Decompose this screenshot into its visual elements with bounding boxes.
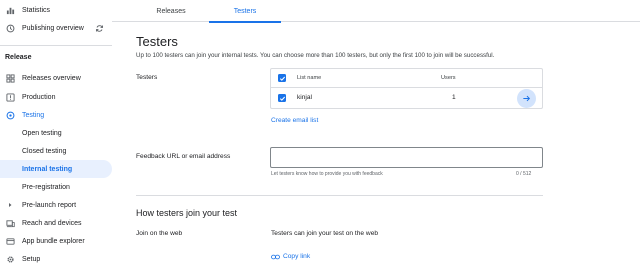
sidebar-item-label: Pre-launch report [22,201,77,209]
sidebar-item-label: Testing [22,111,45,119]
caret-right-icon [5,200,15,210]
testers-label: Testers [136,74,158,81]
row-checkbox[interactable] [278,94,286,102]
table-header: List name Users [271,69,542,88]
sidebar-section-release: Release [5,54,32,61]
sidebar-item-label: Internal testing [22,165,73,173]
section-title-how-testers-join: How testers join your test [136,208,238,218]
sidebar-item-label: Open testing [22,129,62,137]
sync-icon[interactable] [95,24,104,33]
sidebar-divider [0,45,112,46]
open-list-button[interactable] [517,89,536,108]
section-divider [136,195,543,196]
sidebar-item-reach-and-devices[interactable]: Reach and devices [0,214,112,232]
sidebar: Statistics Publishing overview Release R… [0,0,112,270]
users-cell: 1 [452,94,456,101]
sidebar-item-label: App bundle explorer [22,237,85,245]
select-all-checkbox[interactable] [278,74,286,82]
publish-icon [5,23,15,33]
alert-icon [5,92,15,102]
grid-icon [5,73,15,83]
sidebar-item-open-testing[interactable]: Open testing [0,124,112,142]
testers-table: List name Users kinjal 1 [270,68,543,109]
tab-releases[interactable]: Releases [132,0,210,22]
sidebar-item-label: Reach and devices [22,219,82,227]
sidebar-item-label: Production [22,93,56,101]
sidebar-item-statistics[interactable]: Statistics [0,1,112,19]
join-on-web-text: Testers can join your test on the web [271,230,379,237]
sidebar-item-releases-overview[interactable]: Releases overview [0,69,112,87]
sidebar-item-label: Publishing overview [22,24,84,32]
sidebar-item-internal-testing[interactable]: Internal testing [0,160,112,178]
sidebar-item-label: Setup [22,255,41,263]
tab-bar: Releases Testers [112,0,640,23]
sidebar-item-app-bundle-explorer[interactable]: App bundle explorer [0,232,112,250]
testing-icon [5,110,15,120]
sidebar-item-label: Pre-registration [22,183,70,191]
devices-icon [5,218,15,228]
link-icon [271,254,280,259]
copy-link-label: Copy link [283,253,311,260]
arrow-right-icon [523,95,531,102]
page-title: Testers [136,34,178,49]
sidebar-item-pre-launch-report[interactable]: Pre-launch report [0,196,112,214]
feedback-url-input[interactable] [270,147,543,168]
feedback-helper-text: Let testers know how to provide you with… [271,171,383,177]
feedback-label: Feedback URL or email address [136,153,231,160]
check-icon [279,96,285,101]
sidebar-item-label: Statistics [22,6,51,14]
tab-testers[interactable]: Testers [209,0,281,23]
column-header-users: Users [441,75,456,81]
sidebar-item-production[interactable]: Production [0,88,112,106]
copy-link-button[interactable]: Copy link [271,253,310,260]
page-description: Up to 100 testers can join your internal… [136,52,495,59]
sidebar-item-label: Releases overview [22,74,81,82]
list-name-cell: kinjal [297,94,313,101]
sidebar-item-testing[interactable]: Testing [0,106,112,124]
create-email-list-link[interactable]: Create email list [271,117,318,124]
sidebar-item-pre-registration[interactable]: Pre-registration [0,178,112,196]
sidebar-item-closed-testing[interactable]: Closed testing [0,142,112,160]
play-console-window: Statistics Publishing overview Release R… [0,0,640,270]
check-icon [279,76,285,81]
sidebar-item-setup[interactable]: Setup [0,250,112,268]
bar-chart-icon [5,5,15,15]
bundle-icon [5,236,15,246]
feedback-char-counter: 0 / 512 [516,171,532,177]
column-header-list-name: List name [297,75,322,81]
join-on-web-label: Join on the web [136,230,183,237]
sidebar-item-label: Closed testing [22,147,67,155]
gear-icon [5,254,15,264]
